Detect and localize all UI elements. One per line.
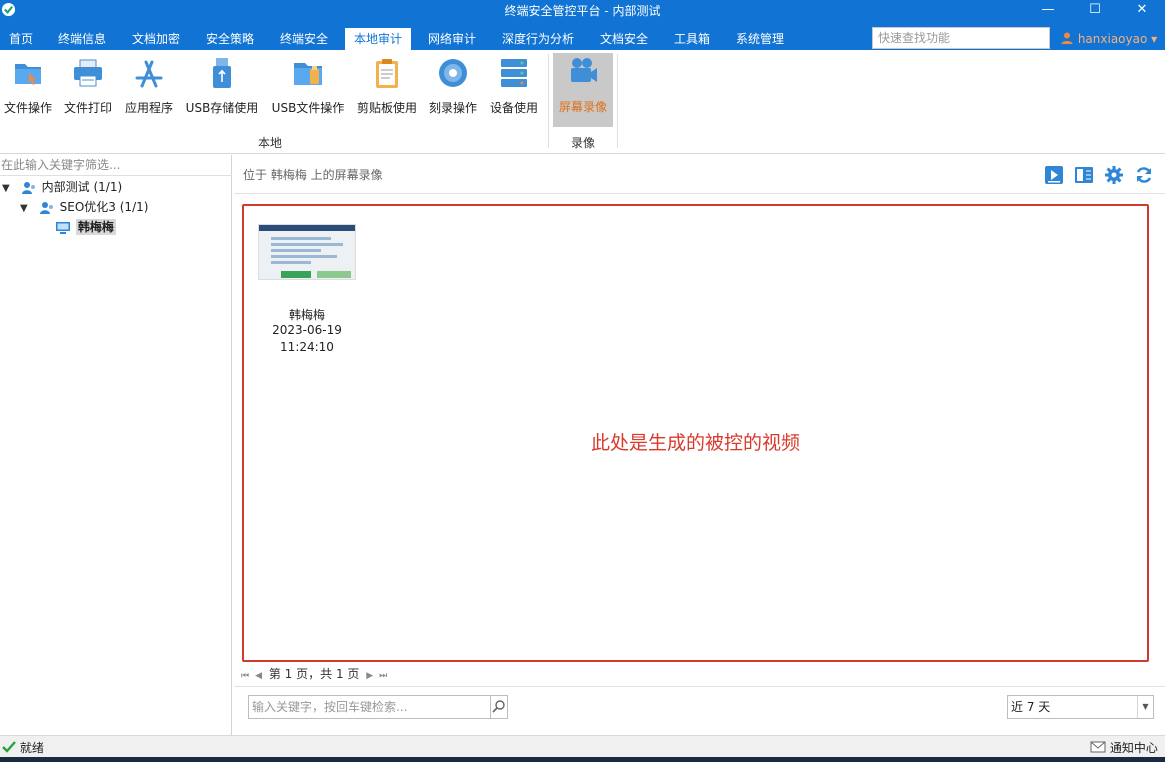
menu-toolbox[interactable]: 工具箱 (665, 28, 719, 50)
ribbon-usb-file[interactable]: USB文件操作 (268, 54, 348, 132)
group-label-local: 本地 (258, 136, 283, 150)
notification-label: 通知中心 (1109, 741, 1158, 755)
ribbon-screen-recording[interactable]: 屏幕录像 (553, 53, 613, 127)
search-bar: 输入关键字，按回车键检索... 近 7 天 ▼ (234, 686, 1165, 734)
user-icon (1061, 32, 1073, 44)
ribbon-file-print[interactable]: 文件打印 (62, 54, 114, 132)
chevron-down-icon: ▾ (1151, 32, 1158, 46)
usb-storage-icon (213, 58, 231, 88)
ribbon-clipboard[interactable]: 剪贴板使用 (355, 54, 419, 132)
date-range-select[interactable]: 近 7 天 ▼ (1007, 695, 1154, 719)
main-header: 位于 韩梅梅 上的屏幕录像 (234, 155, 1165, 194)
device-icon (501, 59, 527, 87)
play-video-icon[interactable] (1044, 165, 1064, 185)
usb-file-icon (294, 63, 322, 85)
minimize-button[interactable]: — (1025, 0, 1071, 20)
date-range-value: 近 7 天 (1011, 700, 1051, 714)
ribbon-usb-storage[interactable]: USB存储使用 (184, 54, 260, 132)
tree-node-seo[interactable]: ▼ SEO优化3 (1/1) (20, 197, 148, 217)
file-operation-icon (15, 64, 41, 85)
tree-filter-input[interactable]: 在此输入关键字筛选... (0, 155, 232, 176)
video-name: 韩梅梅 (288, 308, 325, 322)
video-camera-icon (571, 58, 597, 82)
tree-node-computer[interactable]: 韩梅梅 (54, 217, 116, 237)
keyword-search-input[interactable]: 输入关键字，按回车键检索... (248, 695, 491, 719)
page-info: 第 1 页，共 1 页 (268, 667, 360, 681)
user-menu[interactable]: hanxiaoyao ▾ (1060, 28, 1157, 50)
ribbon-divider (617, 54, 618, 148)
group-icon (21, 181, 35, 194)
menu-doc-encryption[interactable]: 文档加密 (123, 28, 189, 50)
title-bar: 终端安全管控平台 - 内部测试 — ☐ ✕ (0, 0, 1165, 28)
video-thumbnail[interactable] (258, 224, 356, 280)
menu-behavior-analysis[interactable]: 深度行为分析 (493, 28, 583, 50)
mail-icon (1090, 741, 1106, 753)
computer-icon (56, 221, 70, 234)
ribbon-divider (548, 54, 549, 148)
video-time: 11:24:10 (280, 340, 334, 354)
prev-page-icon[interactable]: ◀ (252, 667, 265, 685)
menu-security-policy[interactable]: 安全策略 (197, 28, 263, 50)
panel-toggle-icon[interactable] (1074, 165, 1094, 185)
ribbon-application[interactable]: 应用程序 (122, 54, 176, 132)
device-tree-panel: 在此输入关键字筛选... ▼ 内部测试 (1/1) ▼ SEO优化3 (1/1)… (0, 155, 232, 735)
refresh-icon[interactable] (1134, 165, 1154, 185)
annotation-text: 此处是生成的被控的视频 (590, 432, 800, 454)
menu-network-audit[interactable]: 网络审计 (419, 28, 485, 50)
ribbon: 文件操作 文件打印 应用程序 USB存储使用 USB文件操作 剪贴板使用 刻录操… (0, 50, 1165, 154)
ribbon-disc-burn[interactable]: 刻录操作 (427, 54, 479, 132)
clipboard-icon (376, 59, 398, 88)
status-ready: 就绪 (2, 739, 44, 756)
group-icon (39, 201, 53, 214)
pager: ⏮ ◀ 第 1 页，共 1 页 ▶ ⏭ (238, 665, 390, 683)
status-bar: 就绪 通知中心 (0, 735, 1165, 757)
gear-icon[interactable] (1104, 165, 1124, 185)
disc-burn-icon (439, 59, 467, 87)
printer-icon (74, 59, 102, 87)
video-list: 韩梅梅 2023-06-19 11:24:10 此处是生成的被控的视频 (242, 204, 1149, 662)
search-button[interactable] (490, 695, 508, 719)
function-search-input[interactable]: 快速查找功能 (872, 27, 1050, 49)
notification-center[interactable]: 通知中心 (1090, 739, 1158, 756)
window-title: 终端安全管控平台 - 内部测试 (504, 4, 661, 18)
location-label: 位于 韩梅梅 上的屏幕录像 (243, 168, 383, 182)
video-date: 2023-06-19 (272, 323, 342, 337)
menu-terminal-info[interactable]: 终端信息 (49, 28, 115, 50)
tree-node-internal-test[interactable]: ▼ 内部测试 (1/1) (2, 177, 122, 197)
last-page-icon[interactable]: ⏭ (376, 667, 390, 685)
first-page-icon[interactable]: ⏮ (238, 667, 252, 685)
ribbon-device-usage[interactable]: 设备使用 (488, 54, 540, 132)
maximize-button[interactable]: ☐ (1072, 0, 1118, 20)
close-button[interactable]: ✕ (1119, 0, 1165, 20)
menu-doc-security[interactable]: 文档安全 (591, 28, 657, 50)
menu-home[interactable]: 首页 (0, 28, 42, 50)
taskbar-strip (0, 757, 1165, 762)
chevron-down-icon[interactable]: ▼ (1137, 696, 1153, 718)
chevron-down-icon[interactable]: ▼ (20, 199, 34, 219)
menu-local-audit[interactable]: 本地审计 (345, 28, 412, 50)
group-label-recording: 录像 (571, 136, 596, 150)
menu-system-management[interactable]: 系统管理 (727, 28, 793, 50)
app-store-icon (135, 60, 163, 88)
status-text: 就绪 (19, 741, 44, 755)
user-name: hanxiaoyao (1077, 32, 1148, 46)
search-icon (492, 700, 505, 713)
check-icon (2, 741, 16, 753)
menu-terminal-security[interactable]: 终端安全 (271, 28, 337, 50)
chevron-down-icon[interactable]: ▼ (2, 179, 16, 199)
ribbon-file-operation[interactable]: 文件操作 (3, 54, 53, 132)
next-page-icon[interactable]: ▶ (363, 667, 376, 685)
